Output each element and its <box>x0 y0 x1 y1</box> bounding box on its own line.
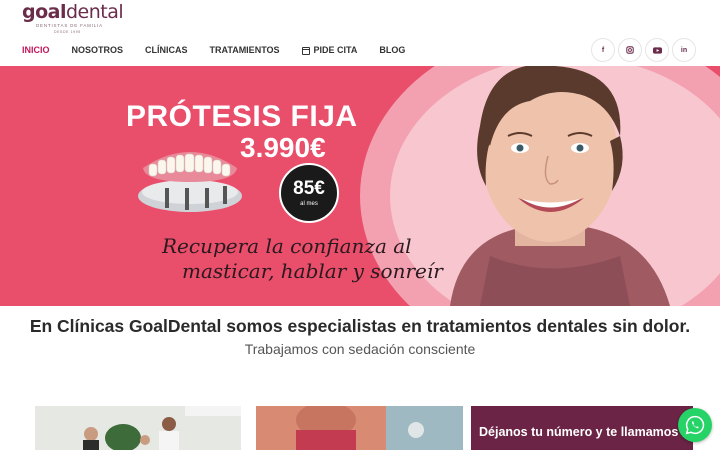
smiling-woman-photo <box>450 66 670 306</box>
callback-card[interactable]: Déjanos tu número y te llamamos <box>471 406 693 450</box>
main-nav: INICIO NOSOTROS CLÍNICAS TRATAMIENTOS PI… <box>22 45 427 56</box>
nav-item-pide-cita[interactable]: PIDE CITA <box>301 45 357 56</box>
prosthesis-image <box>138 152 242 212</box>
logo[interactable]: goaldental DENTISTAS DE FAMILIA DESDE 19… <box>22 1 124 34</box>
clinic-team-card[interactable] <box>35 406 241 450</box>
nav-item-clinicas[interactable]: CLÍNICAS <box>145 45 188 56</box>
monthly-price: 85€ <box>293 178 325 199</box>
monthly-price-badge: 85€ al mes <box>279 163 339 223</box>
nav-item-nosotros[interactable]: NOSOTROS <box>72 45 124 56</box>
nav-item-tratamientos[interactable]: TRATAMIENTOS <box>210 45 280 56</box>
instagram-icon[interactable] <box>618 38 642 62</box>
dentist-photo <box>256 406 463 450</box>
banner-tagline-line1: Recupera la confianza al <box>162 234 412 258</box>
logo-tagline: DENTISTAS DE FAMILIA <box>36 23 103 28</box>
hero-banner[interactable]: PRÓTESIS FIJA 3.990€ 85€ al mes Recupera… <box>0 66 720 306</box>
nav-item-blog[interactable]: BLOG <box>379 45 405 56</box>
youtube-icon[interactable] <box>645 38 669 62</box>
callback-title: Déjanos tu número y te llamamos <box>479 425 679 439</box>
calendar-icon <box>301 46 310 55</box>
logo-since: DESDE 1995 <box>54 30 81 34</box>
facebook-icon[interactable]: f <box>591 38 615 62</box>
nav-item-inicio[interactable]: INICIO <box>22 45 50 56</box>
promo-title: PRÓTESIS FIJA <box>126 100 358 133</box>
whatsapp-icon <box>685 415 705 435</box>
dentist-card[interactable] <box>256 406 463 450</box>
intro-headline: En Clínicas GoalDental somos especialist… <box>29 316 691 336</box>
intro-subline: Trabajamos con sedación consciente <box>244 341 476 357</box>
logo-wordmark: goaldental <box>22 1 124 23</box>
clinic-team-photo <box>35 406 241 450</box>
promo-price: 3.990€ <box>240 132 326 163</box>
monthly-label: al mes <box>300 201 318 207</box>
linkedin-icon[interactable]: in <box>672 38 696 62</box>
whatsapp-button[interactable] <box>678 408 712 442</box>
social-links: f in <box>591 38 696 62</box>
site-header: goaldental DENTISTAS DE FAMILIA DESDE 19… <box>0 0 720 66</box>
